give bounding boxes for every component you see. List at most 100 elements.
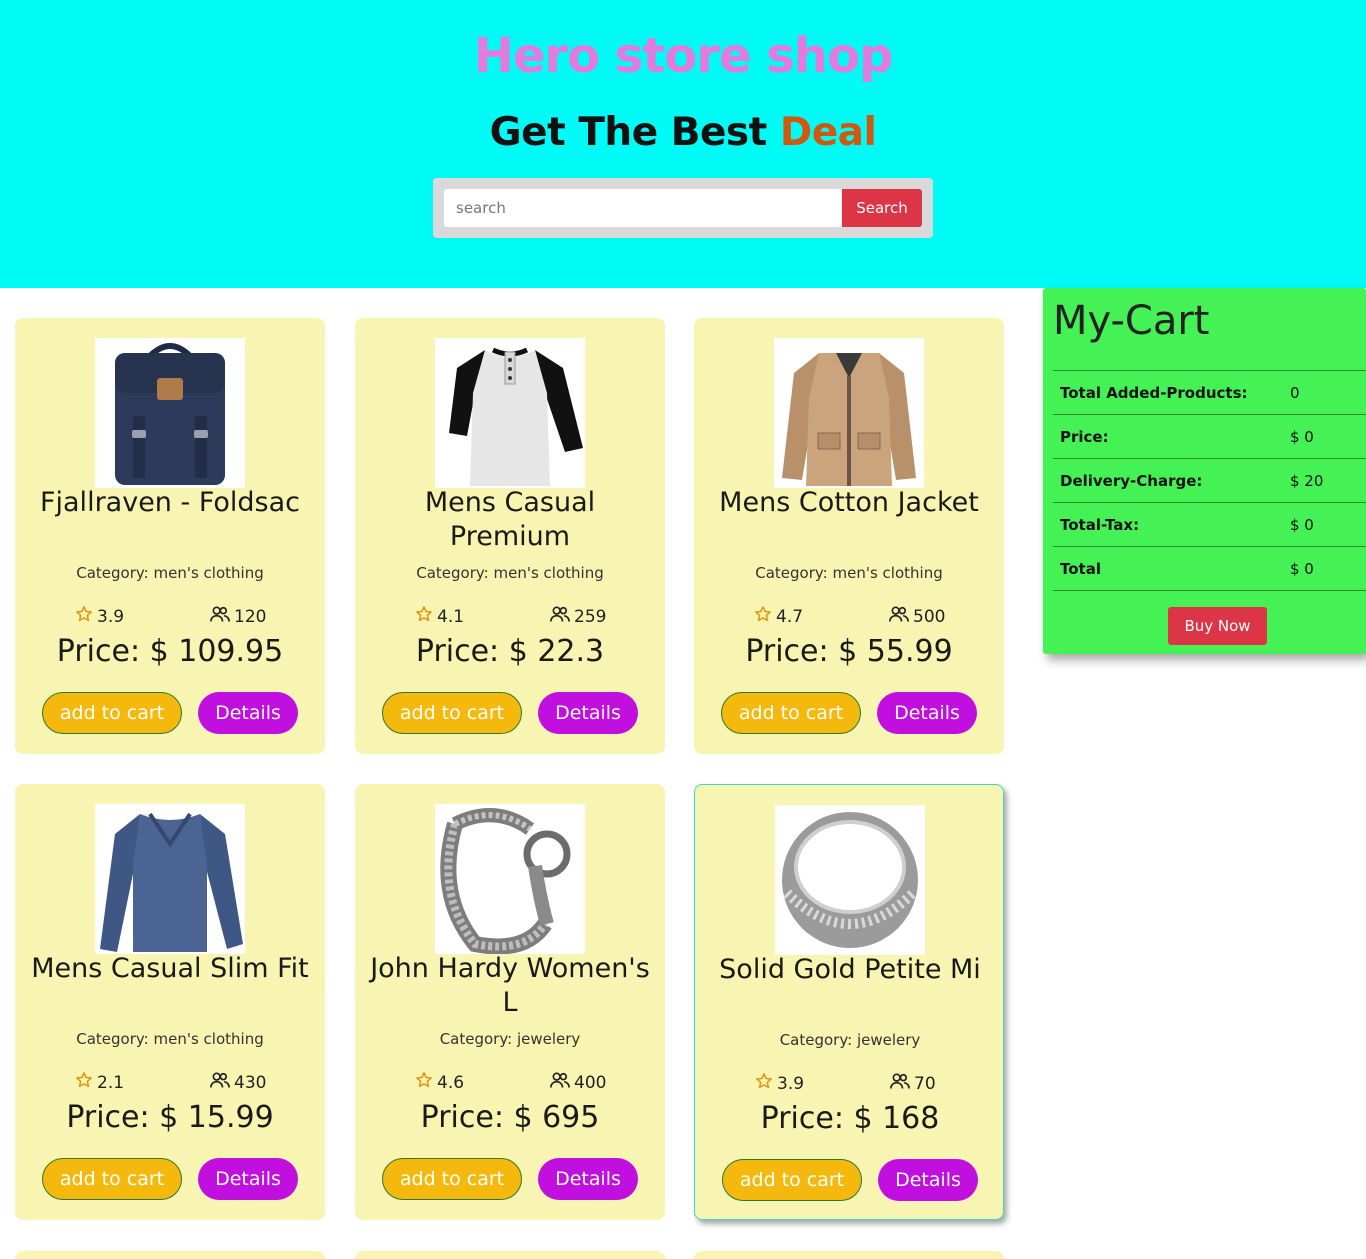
people-icon	[550, 605, 570, 628]
product-card: Fjallraven - Foldsac Category: men's clo…	[15, 318, 325, 754]
details-button[interactable]: Details	[538, 1158, 638, 1200]
store-title: Hero store shop	[473, 28, 894, 84]
count-value: 500	[913, 606, 946, 627]
product-rating-count: 70	[890, 1072, 936, 1095]
product-price: Price: $ 168	[760, 1101, 940, 1136]
cart-row: Price: $ 0	[1053, 414, 1366, 459]
product-price: Price: $ 55.99	[745, 634, 953, 669]
product-rating: 3.9	[75, 605, 124, 628]
product-price: Price: $ 109.95	[56, 634, 284, 669]
details-button[interactable]: Details	[198, 1158, 298, 1200]
star-icon	[755, 1072, 773, 1095]
product-category: Category: jewelery	[439, 1030, 581, 1048]
cart-row: Delivery-Charge: $ 20	[1053, 458, 1366, 503]
cart-row-label: Price:	[1053, 414, 1290, 459]
tagline-main: Get The Best	[489, 110, 780, 155]
product-title: Fjallraven - Foldsac	[39, 487, 301, 518]
product-price: Price: $ 22.3	[415, 634, 605, 669]
product-rating: 4.7	[754, 605, 803, 628]
buy-now-button[interactable]: Buy Now	[1168, 607, 1267, 645]
product-category: Category: men's clothing	[76, 1030, 264, 1048]
count-value: 400	[574, 1072, 607, 1093]
product-image-bracelet	[435, 804, 585, 954]
add-to-cart-button[interactable]: add to cart	[382, 692, 522, 734]
product-card-partial	[694, 1251, 1004, 1259]
product-image-jacket	[774, 338, 924, 488]
search-button[interactable]: Search	[842, 189, 922, 227]
cart-panel: My-Cart Total Added-Products: 0 Price: $…	[1043, 288, 1366, 654]
product-category: Category: men's clothing	[76, 564, 264, 582]
product-card: John Hardy Women's L Category: jewelery …	[355, 784, 665, 1220]
tagline-accent: Deal	[779, 110, 877, 155]
people-icon	[889, 605, 909, 628]
cart-row: Total Added-Products: 0	[1053, 370, 1366, 415]
cart-row-value: $ 0	[1290, 502, 1366, 547]
add-to-cart-button[interactable]: add to cart	[722, 1159, 862, 1201]
product-rating-count: 120	[210, 605, 266, 628]
cart-row: Total $ 0	[1053, 546, 1366, 591]
product-title: Mens Cotton Jacket	[719, 487, 979, 518]
product-rating-count: 430	[210, 1071, 266, 1094]
star-icon	[75, 605, 93, 628]
star-icon	[75, 1071, 93, 1094]
star-icon	[415, 1071, 433, 1094]
product-category: Category: jewelery	[779, 1031, 921, 1049]
product-category: Category: men's clothing	[755, 564, 943, 582]
rating-value: 3.9	[777, 1073, 805, 1094]
product-card-partial	[355, 1251, 665, 1259]
product-image-ring	[775, 805, 925, 955]
rating-value: 4.1	[437, 606, 465, 627]
product-image-longsleeve-shirt	[95, 804, 245, 954]
count-value: 70	[914, 1073, 936, 1094]
product-rating: 3.9	[755, 1072, 804, 1095]
cart-row-label: Total-Tax:	[1053, 502, 1290, 547]
product-price: Price: $ 695	[420, 1100, 600, 1135]
product-category: Category: men's clothing	[416, 564, 604, 582]
cart-row: Total-Tax: $ 0	[1053, 502, 1366, 547]
add-to-cart-button[interactable]: add to cart	[42, 692, 182, 734]
product-rating: 4.1	[415, 605, 464, 628]
cart-title: My-Cart	[1053, 298, 1210, 344]
cart-row-value: $ 0	[1290, 546, 1366, 591]
search-input[interactable]	[444, 189, 842, 227]
tagline: Get The Best Deal	[0, 110, 1366, 155]
count-value: 430	[234, 1072, 267, 1093]
search-bar: Search	[433, 178, 933, 238]
star-icon	[415, 605, 433, 628]
rating-value: 4.7	[776, 606, 804, 627]
product-card: Solid Gold Petite Mi Category: jewelery …	[694, 784, 1004, 1220]
people-icon	[890, 1072, 910, 1095]
details-button[interactable]: Details	[538, 692, 638, 734]
cart-summary-table: Total Added-Products: 0 Price: $ 0 Deliv…	[1053, 370, 1366, 591]
product-image-backpack	[95, 338, 245, 488]
product-rating-count: 500	[889, 605, 945, 628]
cart-row-value: $ 0	[1290, 414, 1366, 459]
product-card: Mens Cotton Jacket Category: men's cloth…	[694, 318, 1004, 754]
rating-value: 4.6	[437, 1072, 465, 1093]
star-icon	[754, 605, 772, 628]
details-button[interactable]: Details	[877, 692, 977, 734]
cart-row-label: Total	[1053, 546, 1290, 591]
count-value: 120	[234, 606, 267, 627]
add-to-cart-button[interactable]: add to cart	[721, 692, 861, 734]
product-price: Price: $ 15.99	[66, 1100, 274, 1135]
rating-value: 2.1	[97, 1072, 125, 1093]
product-title: Mens Casual Premium	[424, 487, 596, 552]
product-card: Mens Casual Slim Fit Category: men's clo…	[15, 784, 325, 1220]
product-title: Mens Casual Slim Fit	[31, 953, 309, 984]
product-rating: 2.1	[75, 1071, 124, 1094]
cart-row-value: 0	[1290, 370, 1366, 415]
cart-row-value: $ 20	[1290, 458, 1366, 503]
add-to-cart-button[interactable]: add to cart	[382, 1158, 522, 1200]
people-icon	[550, 1071, 570, 1094]
cart-row-label: Total Added-Products:	[1053, 370, 1290, 415]
product-rating-count: 259	[550, 605, 606, 628]
product-title: John Hardy Women's L	[370, 953, 650, 1018]
details-button[interactable]: Details	[198, 692, 298, 734]
details-button[interactable]: Details	[878, 1159, 978, 1201]
cart-row-label: Delivery-Charge:	[1053, 458, 1290, 503]
rating-value: 3.9	[97, 606, 125, 627]
hero-header: Hero store shop Get The Best Deal Search	[0, 0, 1366, 288]
add-to-cart-button[interactable]: add to cart	[42, 1158, 182, 1200]
product-rating: 4.6	[415, 1071, 464, 1094]
